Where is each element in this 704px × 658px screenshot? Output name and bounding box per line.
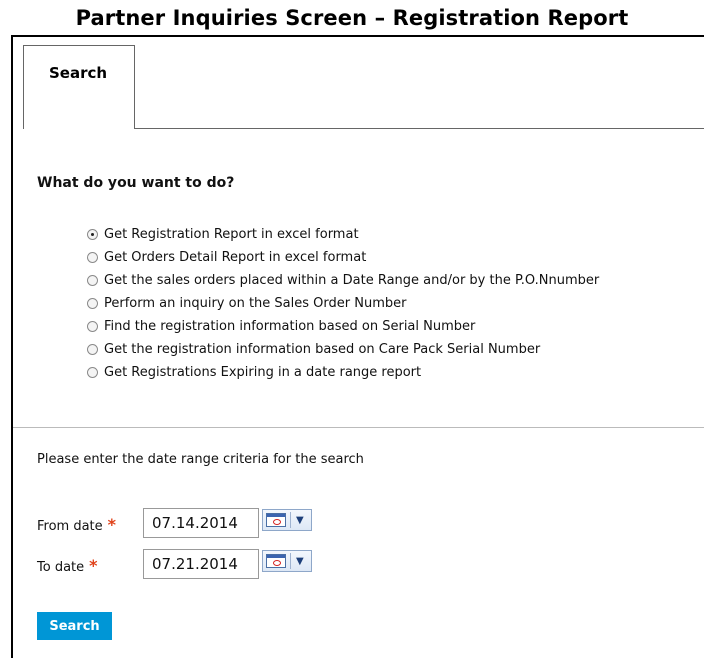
to-date-input[interactable]: 07.21.2014 [143,549,259,579]
tab-bar-line [135,128,704,129]
option-label: Get Registrations Expiring in a date ran… [104,365,422,380]
chevron-down-icon: ▼ [296,514,304,526]
option-label: Find the registration information based … [104,319,476,334]
tab-search-label: Search [49,64,108,82]
option-label: Get the sales orders placed within a Dat… [104,273,600,288]
question-heading: What do you want to do? [37,175,235,191]
radio-registration-report[interactable] [87,229,98,240]
frame-border-top [11,35,704,37]
required-asterisk: * [89,556,98,575]
from-date-label: From date * [37,515,116,534]
from-date-calendar-button[interactable]: ▼ [262,509,312,531]
calendar-icon [266,554,286,568]
radio-sales-order-inquiry[interactable] [87,298,98,309]
option-label: Get Registration Report in excel format [104,227,359,242]
divider [290,553,291,569]
search-button[interactable]: Search [37,612,112,640]
calendar-icon [266,513,286,527]
option-label: Get Orders Detail Report in excel format [104,250,367,265]
option-label: Perform an inquiry on the Sales Order Nu… [104,296,407,311]
radio-orders-detail-report[interactable] [87,252,98,263]
tab-search[interactable]: Search [23,45,135,129]
radio-expiring-registrations[interactable] [87,367,98,378]
option-sales-orders-date-range[interactable]: Get the sales orders placed within a Dat… [87,272,599,295]
option-label: Get the registration information based o… [104,342,541,357]
option-list: Get Registration Report in excel format … [87,226,599,387]
chevron-down-icon: ▼ [296,555,304,567]
radio-care-pack-serial[interactable] [87,344,98,355]
frame-border-left [11,35,13,658]
option-expiring-registrations[interactable]: Get Registrations Expiring in a date ran… [87,364,599,387]
to-date-label-text: To date [37,560,85,575]
section-divider [13,427,704,428]
option-registration-report[interactable]: Get Registration Report in excel format [87,226,599,249]
page-title: Partner Inquiries Screen – Registration … [75,6,629,30]
divider [290,512,291,528]
to-date-calendar-button[interactable]: ▼ [262,550,312,572]
option-care-pack-serial[interactable]: Get the registration information based o… [87,341,599,364]
to-date-label: To date * [37,556,98,575]
instruction-text: Please enter the date range criteria for… [37,452,364,467]
option-serial-number[interactable]: Find the registration information based … [87,318,599,341]
option-orders-detail-report[interactable]: Get Orders Detail Report in excel format [87,249,599,272]
from-date-input[interactable]: 07.14.2014 [143,508,259,538]
option-sales-order-inquiry[interactable]: Perform an inquiry on the Sales Order Nu… [87,295,599,318]
radio-sales-orders-date-range[interactable] [87,275,98,286]
radio-serial-number[interactable] [87,321,98,332]
from-date-label-text: From date [37,519,103,534]
required-asterisk: * [107,515,117,534]
